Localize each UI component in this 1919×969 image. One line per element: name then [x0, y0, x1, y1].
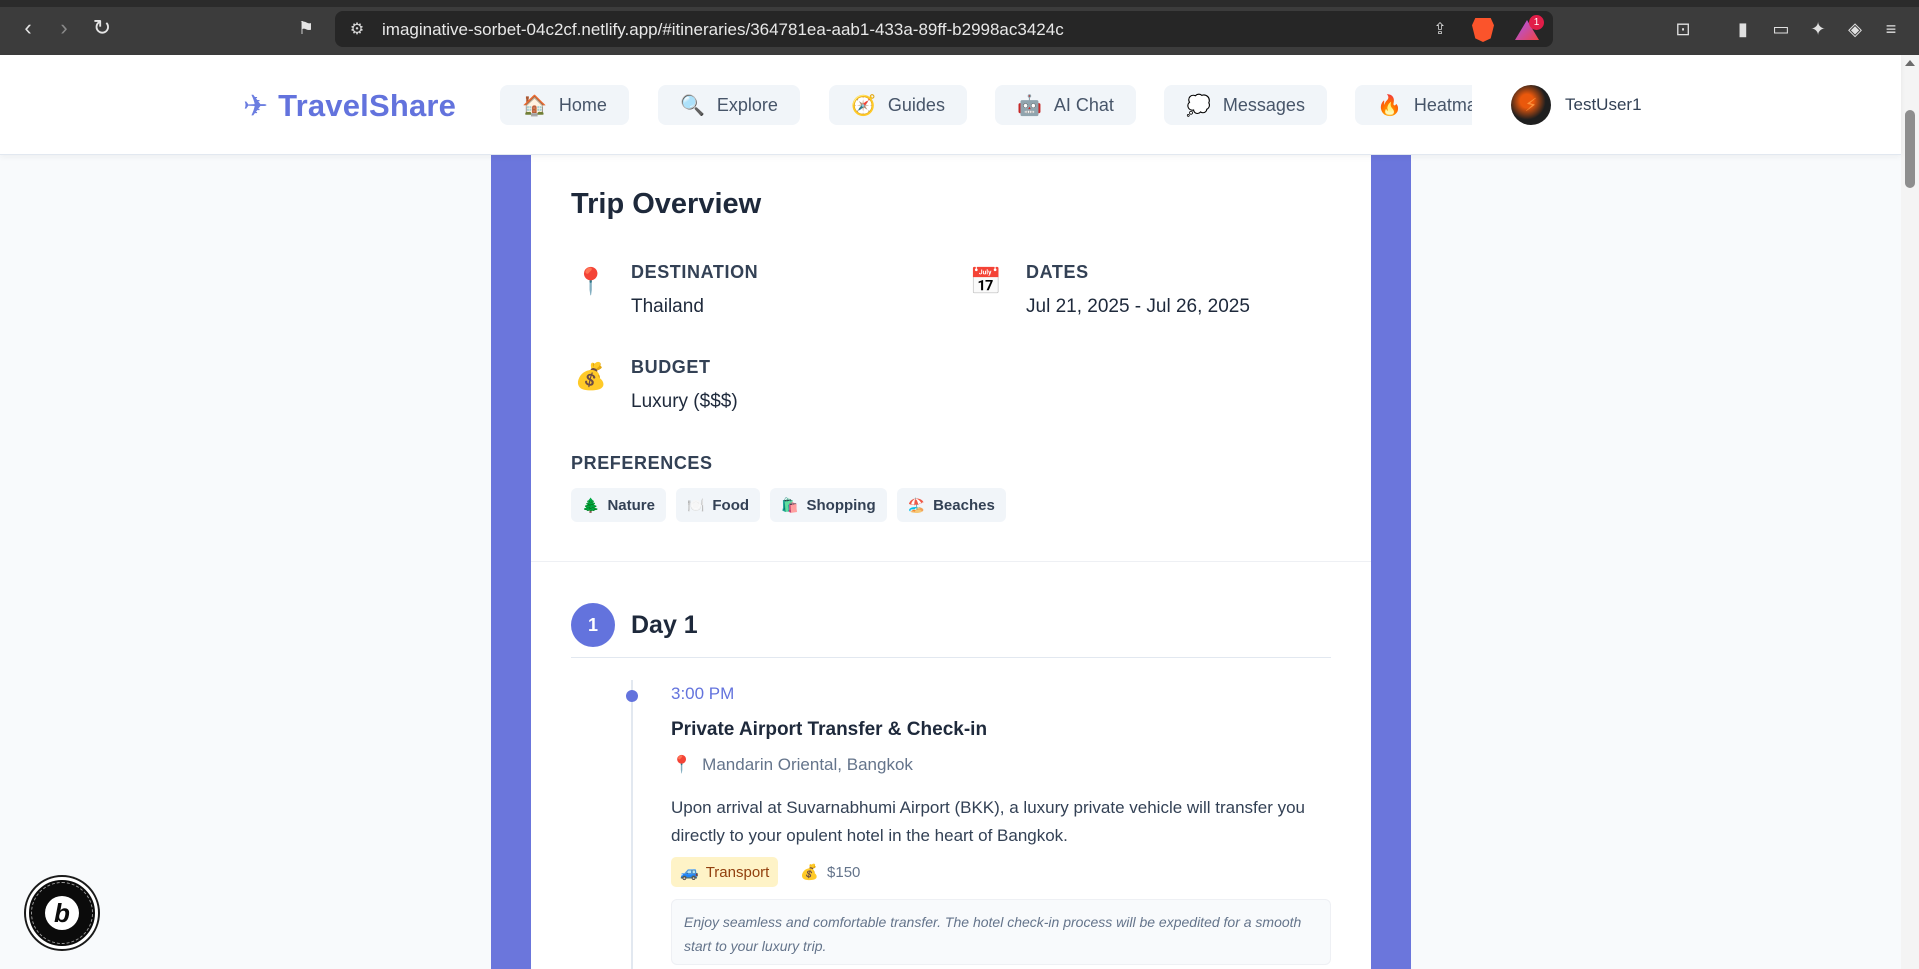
- location-text: Mandarin Oriental, Bangkok: [702, 755, 913, 774]
- compass-icon: 🧭: [851, 94, 876, 117]
- beach-icon: 🏖️: [907, 496, 926, 513]
- tree-icon: 🌲: [582, 496, 600, 513]
- calendar-icon: 📅: [969, 266, 1003, 296]
- bolt-badge[interactable]: b: [26, 877, 98, 949]
- section-divider: [531, 561, 1371, 562]
- itinerary-card: Trip Overview 📍 DESTINATION Thailand 📅 D…: [531, 155, 1371, 969]
- wallet-icon[interactable]: ▭: [1768, 16, 1794, 42]
- budget-label: BUDGET: [631, 357, 711, 377]
- plate-icon: 🍽️: [686, 496, 705, 513]
- day-divider: [571, 657, 1331, 658]
- timeline-dot: [626, 690, 638, 702]
- nav-guides[interactable]: 🧭 Guides: [829, 85, 967, 125]
- preference-tag: 🍽️ Food: [675, 488, 761, 522]
- destination-info: 📍 DESTINATION Thailand: [571, 262, 758, 318]
- nav-messages[interactable]: 💭 Messages: [1164, 85, 1327, 125]
- speech-bubble-icon: 💭: [1186, 94, 1211, 117]
- logo[interactable]: ✈ TravelShare: [243, 88, 456, 124]
- page-scrollbar[interactable]: [1901, 55, 1919, 969]
- category-badge: 🚙 Transport: [671, 857, 779, 887]
- destination-value: Thailand: [631, 296, 704, 317]
- user-menu[interactable]: ⚡ TestUser1: [1511, 85, 1642, 125]
- preference-tag: 🛍️ Shopping: [770, 488, 887, 522]
- shopping-bags-icon: 🛍️: [781, 496, 799, 513]
- budget-info: 💰 BUDGET Luxury ($$$): [571, 357, 738, 413]
- forward-icon[interactable]: ›: [50, 14, 78, 42]
- preference-tag: 🏖️ Beaches: [896, 488, 1006, 522]
- nav-label: Guides: [887, 94, 945, 115]
- activity-title: Private Airport Transfer & Check-in: [671, 719, 988, 740]
- sidebar-icon[interactable]: ▮: [1730, 16, 1756, 42]
- vpn-icon[interactable]: ◈: [1842, 16, 1868, 42]
- day-header: 1 Day 1: [571, 603, 698, 647]
- robot-icon: 🤖: [1017, 94, 1042, 117]
- nav-label: Messages: [1222, 94, 1305, 115]
- tag-label: Nature: [607, 496, 655, 514]
- brave-shields-icon[interactable]: [1472, 18, 1494, 42]
- nav-home[interactable]: 🏠 Home: [500, 85, 629, 125]
- browser-toolbar: ‹ › ↻ ⚑ ⚙ imaginative-sorbet-04c2cf.netl…: [0, 0, 1919, 55]
- nav-label: AI Chat: [1053, 94, 1114, 115]
- category-label: Transport: [705, 863, 770, 881]
- nav-explore[interactable]: 🔍 Explore: [658, 85, 800, 125]
- reload-icon[interactable]: ↻: [88, 14, 116, 42]
- nav-label: Explore: [716, 94, 778, 115]
- scroll-up-arrow-icon[interactable]: [1905, 60, 1915, 66]
- airplane-icon: ✈: [243, 89, 269, 123]
- money-bag-icon: 💰: [800, 864, 820, 881]
- site-settings-icon[interactable]: ⚙: [345, 18, 369, 40]
- tab-strip: [0, 0, 1919, 7]
- activity-meta: 🚙 Transport 💰 $150: [671, 857, 860, 887]
- screenshot-icon[interactable]: ⊡: [1670, 16, 1696, 42]
- day-number-badge: 1: [571, 603, 615, 647]
- budget-value: Luxury ($$$): [631, 391, 738, 412]
- tag-label: Beaches: [933, 496, 995, 514]
- pin-icon: 📍: [574, 266, 608, 296]
- url-text[interactable]: imaginative-sorbet-04c2cf.netlify.app/#i…: [382, 20, 1064, 40]
- car-icon: 🚙: [680, 864, 699, 881]
- home-icon: 🏠: [522, 94, 547, 117]
- nav-ai-chat[interactable]: 🤖 AI Chat: [995, 85, 1136, 125]
- user-name[interactable]: TestUser1: [1565, 95, 1642, 115]
- share-icon[interactable]: ⇪: [1428, 18, 1452, 40]
- activity-note: Enjoy seamless and comfortable transfer.…: [671, 899, 1331, 965]
- day-title: Day 1: [631, 610, 698, 639]
- page-title: Trip Overview: [571, 188, 762, 220]
- dates-label: DATES: [1026, 262, 1089, 282]
- logo-text: TravelShare: [278, 88, 457, 123]
- nav-label: Home: [558, 94, 607, 115]
- menu-icon[interactable]: ≡: [1878, 16, 1904, 42]
- tag-label: Food: [712, 496, 750, 514]
- timeline-line: [631, 680, 633, 969]
- back-icon[interactable]: ‹: [14, 14, 42, 42]
- activity-cost: 💰 $150: [800, 863, 861, 882]
- destination-label: DESTINATION: [631, 262, 759, 282]
- preference-tags: 🌲 Nature 🍽️ Food 🛍️ Shopping 🏖️ Beaches: [571, 488, 1006, 522]
- address-bar[interactable]: ⚙ imaginative-sorbet-04c2cf.netlify.app/…: [335, 11, 1553, 47]
- preferences-label: PREFERENCES: [571, 453, 713, 473]
- tag-label: Shopping: [806, 496, 876, 514]
- preference-tag: 🌲 Nature: [571, 488, 666, 522]
- fire-icon: 🔥: [1377, 94, 1402, 117]
- nav-label: Heatmap: [1413, 94, 1472, 115]
- main-nav: 🏠 Home 🔍 Explore 🧭 Guides 🤖 AI Chat 💭 Me…: [500, 85, 1472, 125]
- rewards-badge: 1: [1529, 15, 1544, 30]
- avatar[interactable]: ⚡: [1511, 85, 1551, 125]
- activity-description: Upon arrival at Suvarnabhumi Airport (BK…: [671, 798, 1305, 845]
- app-header: ✈ TravelShare 🏠 Home 🔍 Explore 🧭 Guides …: [0, 55, 1901, 155]
- nav-heatmap[interactable]: 🔥 Heatmap: [1355, 85, 1472, 125]
- search-icon: 🔍: [680, 94, 705, 117]
- activity-location: 📍 Mandarin Oriental, Bangkok: [671, 755, 913, 775]
- badge-ring: [31, 882, 93, 944]
- bookmark-icon[interactable]: ⚑: [292, 14, 320, 42]
- activity-time: 3:00 PM: [671, 684, 735, 703]
- money-bag-icon: 💰: [574, 361, 608, 391]
- dates-info: 📅 DATES Jul 21, 2025 - Jul 26, 2025: [966, 262, 1250, 318]
- scroll-thumb[interactable]: [1905, 110, 1915, 188]
- pin-icon: 📍: [671, 755, 693, 774]
- leo-ai-icon[interactable]: ✦: [1805, 16, 1831, 42]
- cost-value: $150: [827, 863, 861, 881]
- dates-value: Jul 21, 2025 - Jul 26, 2025: [1026, 296, 1250, 317]
